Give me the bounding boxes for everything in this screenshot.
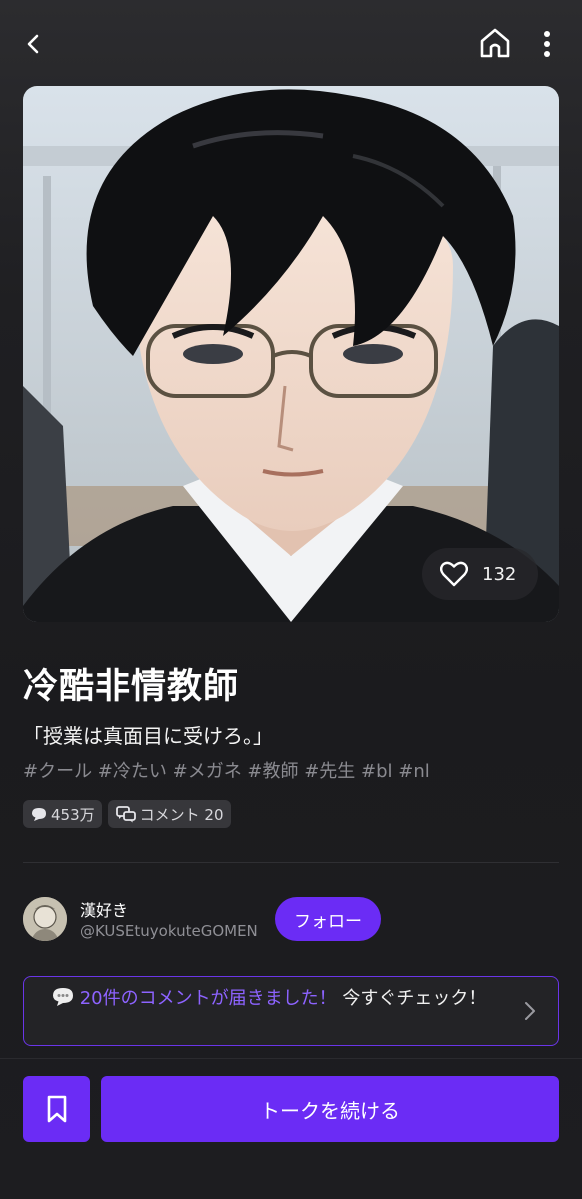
chevron-left-icon bbox=[27, 34, 39, 54]
chat-count-badge: 453万 bbox=[23, 800, 102, 828]
heart-icon bbox=[440, 561, 468, 587]
character-tags: #クール #冷たい #メガネ #教師 #先生 #bl #nl bbox=[23, 761, 430, 782]
continue-talk-button[interactable]: トークを続ける bbox=[101, 1076, 559, 1142]
chat-bubble-icon bbox=[32, 808, 46, 821]
chat-count: 453万 bbox=[51, 805, 95, 824]
notice-highlight: 20件のコメントが届きました！ bbox=[79, 988, 337, 1009]
like-button[interactable]: 132 bbox=[422, 548, 538, 600]
like-count: 132 bbox=[482, 563, 517, 585]
bottom-divider bbox=[0, 1058, 582, 1059]
bookmark-icon bbox=[47, 1095, 66, 1123]
comments-icon bbox=[115, 805, 136, 822]
character-tagline: 「授業は真面目に受けろ。」 bbox=[23, 724, 273, 748]
character-portrait bbox=[23, 86, 559, 622]
creator-row: 漢好き @KUSEtuyokuteGOMEN フォロー bbox=[23, 895, 559, 945]
character-name: 冷酷非情教師 bbox=[23, 667, 240, 707]
divider bbox=[23, 862, 559, 863]
comments-notice-banner[interactable]: 20件のコメントが届きました！ 今すぐチェック！ bbox=[23, 976, 559, 1046]
creator-avatar[interactable] bbox=[23, 897, 67, 941]
more-button[interactable] bbox=[532, 24, 562, 64]
notice-text: 20件のコメントが届きました！ 今すぐチェック！ bbox=[52, 985, 492, 1013]
back-button[interactable] bbox=[14, 24, 54, 64]
notice-cta: 今すぐチェック！ bbox=[336, 988, 487, 1009]
creator-handle: @KUSEtuyokuteGOMEN bbox=[80, 922, 258, 940]
speech-bubble-icon bbox=[53, 988, 73, 1006]
home-icon bbox=[480, 28, 510, 58]
comments-badge[interactable]: コメント 20 bbox=[107, 800, 231, 828]
more-vertical-icon bbox=[544, 31, 550, 57]
chevron-right-icon bbox=[525, 1002, 535, 1020]
bookmark-button[interactable] bbox=[23, 1076, 90, 1142]
creator-name[interactable]: 漢好き bbox=[80, 897, 128, 921]
follow-button[interactable]: フォロー bbox=[275, 897, 381, 941]
stats-row: 453万 コメント 20 bbox=[23, 800, 231, 828]
comments-label: コメント 20 bbox=[139, 805, 224, 824]
top-bar bbox=[0, 0, 582, 86]
home-button[interactable] bbox=[474, 22, 516, 64]
